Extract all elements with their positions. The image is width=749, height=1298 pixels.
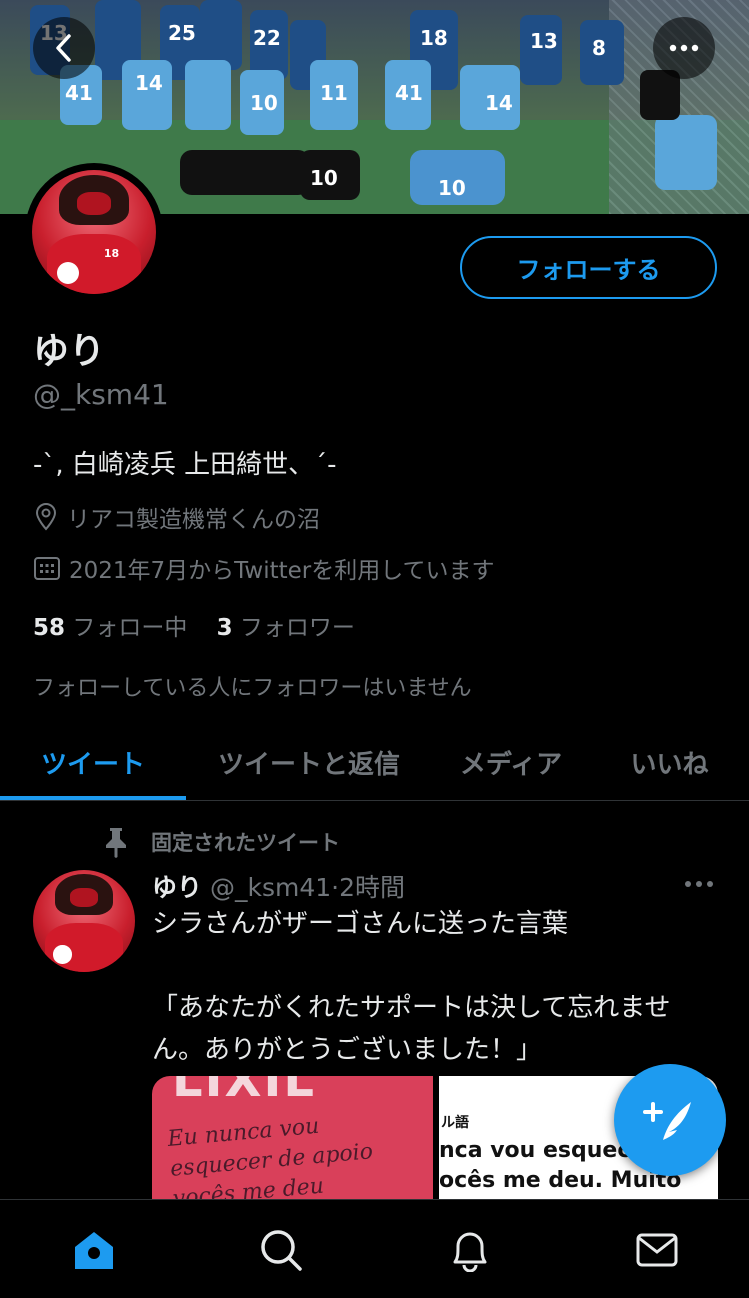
media-handwriting: Eu nunca vou esquecer de apoio vocês me … <box>166 1107 376 1200</box>
more-options-button[interactable] <box>653 17 715 79</box>
profile-tabs: ツイート ツイートと返信 メディア いいね <box>0 724 749 800</box>
bio: -`, 白崎凌兵 上田綺世、´- <box>33 450 337 480</box>
compose-tweet-button[interactable] <box>614 1064 726 1176</box>
chevron-left-icon <box>56 34 71 62</box>
svg-text:10: 10 <box>310 166 338 190</box>
tweet-text: シラさんがザーゴさんに送った言葉 「あなたがくれたサポートは決して忘れませ ん。… <box>152 903 732 1071</box>
svg-text:22: 22 <box>253 26 281 50</box>
calendar-icon <box>34 557 60 580</box>
svg-text:8: 8 <box>592 36 606 60</box>
svg-text:10: 10 <box>438 176 466 200</box>
tweet-author-name[interactable]: ゆり <box>152 873 202 902</box>
location-text: リアコ製造機常くんの沼 <box>67 507 320 533</box>
pin-icon <box>106 828 126 858</box>
tab-tweets-and-replies[interactable]: ツイートと返信 <box>186 724 432 800</box>
more-dots-icon <box>685 881 713 887</box>
following-count: 58 <box>33 615 66 641</box>
avatar: 18 <box>32 170 156 294</box>
tab-media[interactable]: メディア <box>432 724 590 800</box>
followers-link[interactable]: 3 フォロワー <box>217 615 355 641</box>
svg-text:11: 11 <box>320 81 348 105</box>
back-button[interactable] <box>33 17 95 79</box>
media-image-jersey[interactable]: LIXIL Eu nunca vou esquecer de apoio voc… <box>152 1076 433 1200</box>
svg-text:13: 13 <box>530 29 558 53</box>
compose-feather-icon <box>643 1102 691 1140</box>
svg-text:10: 10 <box>250 91 278 115</box>
following-label: フォロー中 <box>72 615 188 641</box>
tab-tweets[interactable]: ツイート <box>0 724 186 800</box>
tweet-line: シラさんがザーゴさんに送った言葉 <box>152 909 569 939</box>
location-pin-icon <box>35 503 57 531</box>
no-mutual-followers-text: フォローしている人にフォロワーはいません <box>33 676 472 701</box>
tweet-header: ゆり @_ksm41·2時間 <box>152 868 405 904</box>
avatar-badge <box>56 261 80 285</box>
media-logo-text: LIXIL <box>172 1076 316 1108</box>
svg-text:41: 41 <box>395 81 423 105</box>
svg-text:14: 14 <box>135 71 163 95</box>
display-name: ゆり <box>33 331 106 372</box>
search-icon <box>261 1230 302 1271</box>
tweet-more-button[interactable] <box>684 873 714 892</box>
svg-text:41: 41 <box>65 81 93 105</box>
joined-row: 2021年7月からTwitterを利用しています <box>33 551 495 585</box>
tabs-divider <box>0 800 749 801</box>
bottom-navigation <box>0 1199 749 1298</box>
notifications-icon <box>453 1232 487 1272</box>
followers-label: フォロワー <box>239 615 355 641</box>
svg-text:18: 18 <box>420 26 448 50</box>
svg-text:14: 14 <box>485 91 513 115</box>
media-translation-label: ル語 <box>441 1115 469 1131</box>
pinned-text: 固定されたツイート <box>151 831 340 855</box>
nav-messages[interactable] <box>633 1226 681 1274</box>
following-link[interactable]: 58 フォロー中 <box>33 615 187 641</box>
tweet-separator: · <box>331 873 340 902</box>
follow-button[interactable]: フォローする <box>460 236 717 299</box>
profile-avatar-frame[interactable]: 18 <box>25 163 163 301</box>
follow-stats: 58 フォロー中 3 フォロワー <box>33 608 355 642</box>
tweet-avatar[interactable] <box>33 870 135 972</box>
more-dots-icon <box>669 44 699 52</box>
nav-search[interactable] <box>257 1226 305 1274</box>
messages-icon <box>636 1233 678 1267</box>
home-icon <box>75 1232 113 1269</box>
svg-text:25: 25 <box>168 21 196 45</box>
avatar-mask <box>69 888 99 907</box>
location-row: リアコ製造機常くんの沼 <box>33 500 320 534</box>
avatar-badge <box>53 945 72 964</box>
pinned-tweet-label: 固定されたツイート <box>103 826 340 858</box>
tab-likes[interactable]: いいね <box>590 724 749 800</box>
user-handle: @_ksm41 <box>33 378 169 411</box>
followers-count: 3 <box>216 615 233 641</box>
avatar-number: 18 <box>103 246 120 260</box>
tweet-line: ん。ありがとうございました！」 <box>152 1035 543 1065</box>
joined-text: 2021年7月からTwitterを利用しています <box>69 558 495 584</box>
tweet-line: 「あなたがくれたサポートは決して忘れませ <box>152 993 671 1023</box>
nav-notifications[interactable] <box>446 1226 494 1274</box>
tweet-author-handle: @_ksm41 <box>209 873 332 902</box>
avatar-mask <box>76 192 112 215</box>
tweet-time: 2時間 <box>339 873 405 902</box>
nav-home[interactable] <box>70 1226 118 1274</box>
